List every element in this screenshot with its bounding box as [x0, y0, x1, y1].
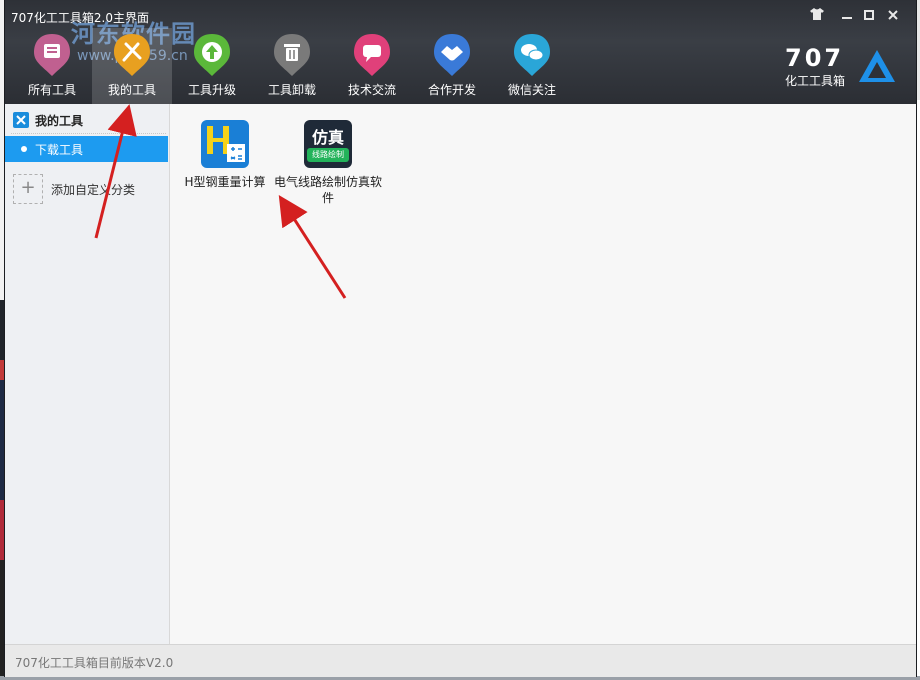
- tool-label: 工具卸载: [267, 83, 316, 97]
- tool-label: 微信关注: [507, 83, 556, 97]
- sidebar-header: 我的工具: [13, 110, 83, 130]
- sidebar-item-downloads[interactable]: 下载工具: [5, 136, 168, 162]
- minimize-icon: [842, 17, 852, 19]
- add-category-label: 添加自定义分类: [51, 182, 136, 197]
- app-label: 电气线路绘制仿真软件: [273, 175, 382, 205]
- tools-grid: H型钢重量计算 仿真 线路绘制 电气线路绘制仿真软件: [170, 104, 916, 644]
- desktop-background-right: [916, 0, 920, 680]
- tool-wechat[interactable]: 微信关注: [492, 28, 572, 104]
- all-tools-icon: [34, 34, 70, 76]
- close-button[interactable]: [881, 7, 905, 27]
- tool-my-tools[interactable]: 我的工具: [92, 28, 172, 104]
- tool-label: 工具升级: [187, 83, 236, 97]
- app-icon-text: 仿真: [311, 128, 344, 147]
- maximize-button[interactable]: [857, 7, 881, 27]
- logo-triangle-icon: [859, 50, 895, 82]
- status-bar: 707化工工具箱目前版本V2.0: [5, 644, 916, 677]
- skin-button[interactable]: [805, 7, 829, 27]
- tool-label: 我的工具: [107, 83, 156, 97]
- bullet-icon: [21, 146, 27, 152]
- tool-label: 所有工具: [27, 83, 76, 97]
- shirt-icon: [810, 8, 824, 20]
- sidebar: 我的工具 下载工具 + 添加自定义分类: [5, 104, 170, 644]
- tool-label: 合作开发: [427, 83, 476, 97]
- tool-cooperation[interactable]: 合作开发: [412, 28, 492, 104]
- main-toolbar: 所有工具 我的工具 工具升级 工具卸载 技术交流 合作开发 微信关注: [12, 28, 572, 104]
- handshake-icon: [434, 34, 470, 76]
- app-h-beam-calculator[interactable]: H型钢重量计算: [170, 120, 280, 190]
- tool-tech-exchange[interactable]: 技术交流: [332, 28, 412, 104]
- window-header: 707化工工具箱2.0主界面 河东软件园 www.pc0359.cn 所有工具: [5, 0, 916, 104]
- logo-number: 707: [785, 44, 845, 72]
- tools-icon: [13, 112, 29, 128]
- sidebar-header-label: 我的工具: [35, 113, 84, 128]
- trash-icon: [274, 34, 310, 76]
- wechat-icon: [514, 34, 550, 76]
- sidebar-divider: [11, 133, 166, 134]
- upgrade-icon: [194, 34, 230, 76]
- tool-all-tools[interactable]: 所有工具: [12, 28, 92, 104]
- circuit-simulation-icon: 仿真 线路绘制: [304, 120, 352, 168]
- h-beam-calculator-icon: [201, 120, 249, 168]
- tool-upgrade[interactable]: 工具升级: [172, 28, 252, 104]
- minimize-button[interactable]: [835, 7, 859, 27]
- add-category-button[interactable]: + 添加自定义分类: [13, 174, 135, 204]
- app-window: 707化工工具箱2.0主界面 河东软件园 www.pc0359.cn 所有工具: [5, 0, 916, 677]
- app-circuit-simulation[interactable]: 仿真 线路绘制 电气线路绘制仿真软件: [273, 120, 383, 206]
- plus-icon: +: [13, 174, 43, 204]
- close-icon: [888, 10, 898, 20]
- my-tools-icon: [114, 34, 150, 76]
- chat-icon: [354, 34, 390, 76]
- sidebar-item-label: 下载工具: [35, 142, 84, 157]
- app-icon-subtext: 线路绘制: [307, 148, 349, 162]
- tool-label: 技术交流: [347, 83, 396, 97]
- logo-subtitle: 化工工具箱: [785, 74, 846, 88]
- tool-uninstall[interactable]: 工具卸载: [252, 28, 332, 104]
- version-text: 707化工工具箱目前版本V2.0: [15, 656, 174, 670]
- app-label: H型钢重量计算: [184, 175, 266, 189]
- maximize-icon: [864, 10, 874, 20]
- app-logo: 707 化工工具箱: [775, 44, 905, 92]
